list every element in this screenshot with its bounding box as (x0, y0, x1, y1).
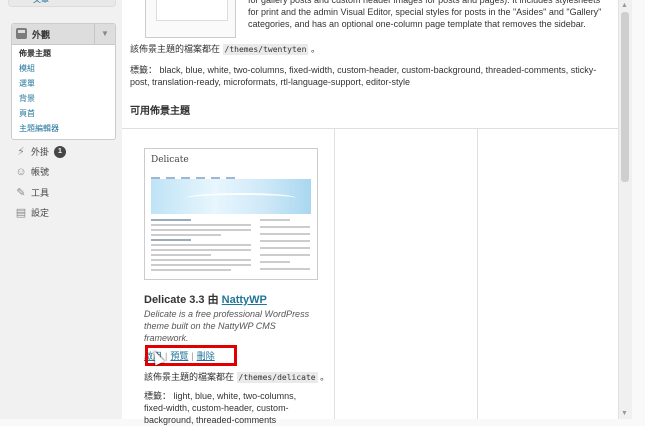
menu-toggle-icon[interactable]: ▼ (94, 24, 115, 44)
theme-preview-logo: Delicate (151, 155, 189, 165)
theme-path-code: /themes/delicate (236, 372, 318, 383)
theme-name-version: Delicate 3.3 (144, 294, 205, 306)
scroll-down-icon[interactable]: ▼ (621, 410, 628, 417)
users-icon: ☺ (15, 166, 27, 178)
appearance-submenu: 佈景主題 模組 選單 背景 頁首 主題編輯器 (12, 45, 115, 139)
column-divider (477, 128, 478, 419)
scrollbar-thumb[interactable] (621, 12, 629, 182)
appearance-icon (16, 28, 27, 39)
current-theme-description: for gallery posts and custom header imag… (248, 0, 602, 29)
submenu-item-editor[interactable]: 主題編輯器 (12, 121, 115, 136)
theme-title: Delicate 3.3 由 NattyWP (144, 291, 267, 307)
submenu-item-background[interactable]: 背景 (12, 91, 115, 106)
menu-item-settings-label: 設定 (31, 208, 50, 218)
column-divider (334, 128, 335, 419)
current-theme-path: 該佈景主題的檔案都在 /themes/twentyten 。 (130, 42, 320, 55)
admin-sidebar: 文章 外觀 ▼ 佈景主題 模組 選單 背景 頁首 主題編輯器 ⚡ 外掛 1 ☺ … (0, 0, 122, 419)
current-theme-tags-list: black, blue, white, two-columns, fixed-w… (130, 65, 597, 87)
available-themes-heading: 可用佈景主題 (130, 106, 190, 117)
submenu-item-header[interactable]: 頁首 (12, 106, 115, 121)
theme-screenshot[interactable]: Delicate (144, 148, 318, 280)
menu-item-plugins-label: 外掛 (31, 147, 50, 157)
submenu-item-menus[interactable]: 選單 (12, 76, 115, 91)
current-theme-tags-label: 標籤： (130, 65, 158, 75)
theme-path-suffix: 。 (320, 372, 330, 382)
menu-item-tools[interactable]: ✎ 工具 (11, 184, 114, 202)
theme-path-prefix: 該佈景主題的檔案都在 (144, 372, 235, 382)
current-theme-screenshot (145, 0, 236, 38)
submenu-item-widgets[interactable]: 模組 (12, 61, 115, 76)
menu-item-users-label: 帳號 (31, 167, 50, 177)
update-count-badge: 1 (54, 146, 66, 158)
main-content: for gallery posts and custom header imag… (122, 0, 632, 425)
current-theme-path-prefix: 該佈景主題的檔案都在 (130, 44, 221, 54)
theme-description: Delicate is a free professional WordPres… (144, 309, 310, 343)
theme-tags-label: 標籤： (144, 391, 172, 401)
theme-by-label: 由 (207, 294, 219, 306)
menu-item-tools-label: 工具 (31, 188, 50, 198)
current-theme-tags: 標籤： black, blue, white, two-columns, fix… (130, 64, 610, 88)
theme-path: 該佈景主題的檔案都在 /themes/delicate 。 (144, 370, 329, 383)
submenu-item-themes[interactable]: 佈景主題 (12, 46, 115, 61)
settings-icon: ▤ (15, 207, 27, 219)
current-theme-path-code: /themes/twentyten (222, 44, 309, 55)
menu-item-users[interactable]: ☺ 帳號 (11, 163, 114, 181)
vertical-scrollbar[interactable]: ▲ ▼ (618, 0, 632, 419)
divider (122, 128, 618, 129)
menu-item-posts[interactable]: 文章 (8, 0, 116, 7)
theme-author-link[interactable]: NattyWP (222, 294, 267, 306)
menu-item-plugins[interactable]: ⚡ 外掛 1 (11, 143, 114, 161)
scroll-up-icon[interactable]: ▲ (621, 2, 628, 9)
menu-item-posts-label: 文章 (33, 0, 49, 5)
current-theme-path-suffix: 。 (310, 44, 320, 54)
tools-icon: ✎ (16, 187, 26, 199)
menu-appearance: 外觀 ▼ 佈景主題 模組 選單 背景 頁首 主題編輯器 (11, 23, 116, 140)
menu-item-settings[interactable]: ▤ 設定 (11, 204, 114, 222)
menu-appearance-label: 外觀 (32, 30, 51, 40)
theme-tags: 標籤： light, blue, white, two-columns, fix… (144, 390, 314, 426)
menu-appearance-header[interactable]: 外觀 ▼ (12, 24, 115, 45)
plug-icon: ⚡ (17, 146, 25, 158)
